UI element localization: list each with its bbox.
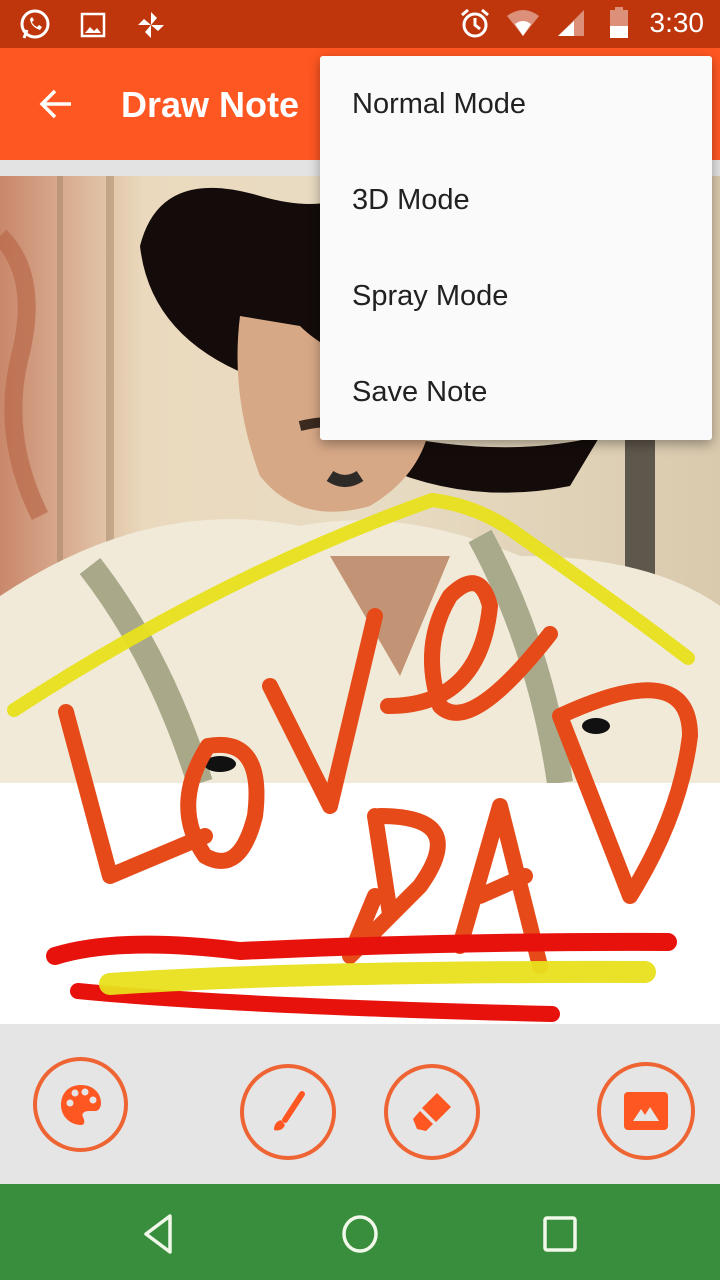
draw-note-screen: 3:30 Draw Note Normal Mode 3D Mode Spray…: [0, 0, 720, 1280]
image-icon: [76, 8, 110, 42]
letter-D1: [342, 808, 446, 964]
yellow-stroke-arc: [7, 492, 695, 717]
whatsapp-icon: [18, 8, 52, 42]
status-time: 3:30: [649, 7, 705, 38]
image-icon: [624, 1092, 668, 1130]
battery-icon: [602, 6, 636, 40]
eraser-icon: [413, 1093, 451, 1131]
wifi-icon: [506, 6, 540, 40]
brush-button[interactable]: [240, 1064, 336, 1160]
eraser-button[interactable]: [384, 1064, 480, 1160]
red-underline-top: [46, 932, 677, 965]
arrow-left-icon: [39, 89, 71, 119]
navigation-bar: [0, 1184, 720, 1280]
nav-back-button[interactable]: [134, 1208, 186, 1260]
page-title: Draw Note: [121, 84, 300, 125]
palette-button[interactable]: [33, 1057, 128, 1152]
menu-item-spray-mode[interactable]: Spray Mode: [320, 248, 712, 344]
menu-item-save-note[interactable]: Save Note: [320, 344, 712, 440]
back-triangle-icon: [144, 1214, 172, 1254]
menu-item-3d-mode[interactable]: 3D Mode: [320, 152, 712, 248]
signal-icon: [554, 6, 588, 40]
letter-V: [262, 608, 383, 814]
nav-home-button[interactable]: [334, 1208, 386, 1260]
red-underline-bottom: [70, 983, 560, 1022]
yellow-underline: [99, 960, 656, 995]
letter-D2: [552, 682, 698, 904]
status-bar: 3:30: [0, 0, 720, 48]
pinwheel-icon: [134, 8, 168, 42]
recents-square-icon: [543, 1216, 577, 1252]
letter-E: [380, 575, 558, 721]
back-button[interactable]: [30, 78, 82, 130]
image-button[interactable]: [597, 1062, 695, 1160]
alarm-icon: [458, 6, 492, 40]
palette-icon: [60, 1084, 101, 1125]
nav-recents-button[interactable]: [534, 1208, 586, 1260]
overflow-menu: Normal Mode 3D Mode Spray Mode Save Note: [320, 56, 712, 440]
menu-item-normal-mode[interactable]: Normal Mode: [320, 56, 712, 152]
bottom-toolbar: [0, 1024, 720, 1184]
letter-O: [180, 736, 265, 869]
home-circle-icon: [342, 1215, 378, 1253]
brush-icon: [274, 1091, 305, 1131]
